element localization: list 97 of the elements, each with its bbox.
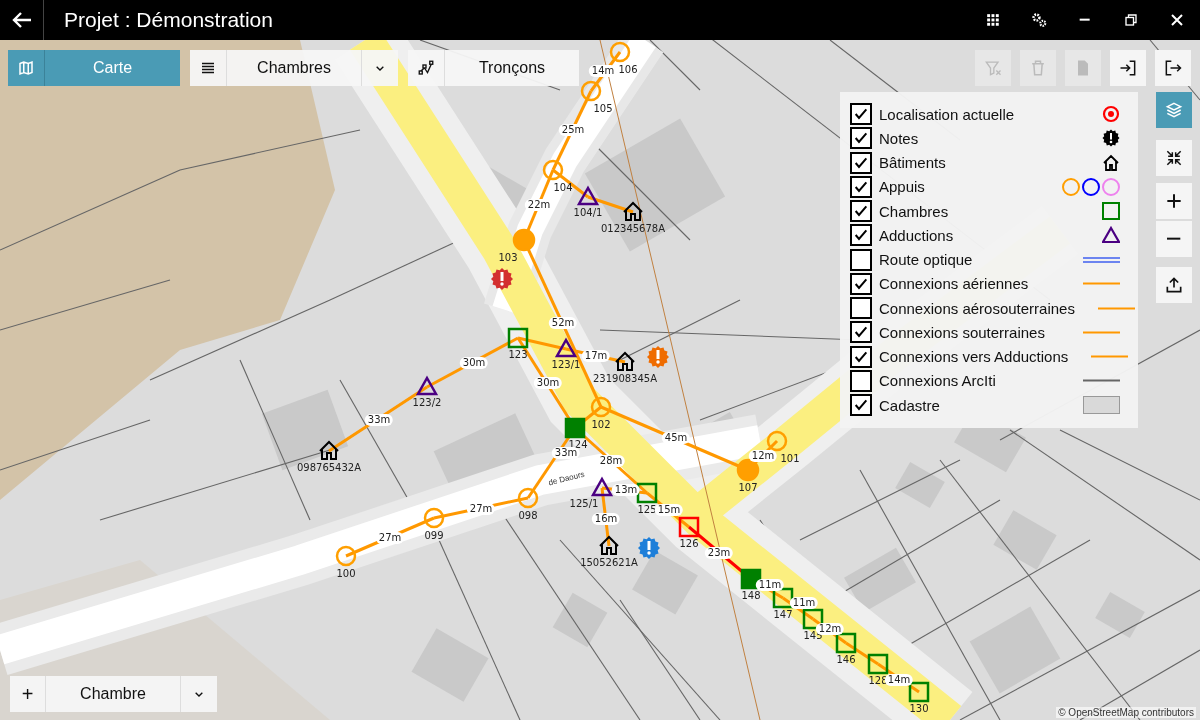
legend-label: Connexions aériennes xyxy=(879,275,1030,293)
legend-label: Chambres xyxy=(879,202,950,220)
house-icon xyxy=(599,535,619,555)
house-icon xyxy=(615,351,635,371)
legend-label: Bâtiments xyxy=(879,154,947,172)
legend-label: Connexions aérosouterraines xyxy=(879,299,1075,317)
house-icon xyxy=(1102,153,1120,172)
legend-label: Connexions vers Adductions xyxy=(879,348,1069,366)
street-name: de Daours xyxy=(547,469,586,488)
layers-icon xyxy=(1164,100,1184,120)
legend-label: Notes xyxy=(879,129,920,147)
sign-in-button[interactable] xyxy=(1110,50,1146,86)
sign-out-button[interactable] xyxy=(1155,50,1191,86)
node-label: 099 xyxy=(424,530,444,542)
gears-icon xyxy=(1029,10,1049,30)
layers-button[interactable] xyxy=(1156,92,1192,128)
upload-button[interactable] xyxy=(1156,267,1192,303)
node-label: 123 xyxy=(508,349,528,361)
line-icon xyxy=(1083,282,1120,286)
triangle-marker xyxy=(576,185,600,206)
checkbox[interactable] xyxy=(850,272,872,295)
checkbox[interactable] xyxy=(850,127,872,150)
node-label: 104 xyxy=(553,182,573,194)
map-icon xyxy=(17,59,35,77)
circles-icon xyxy=(1062,176,1120,197)
legend-label: Localisation actuelle xyxy=(879,105,1016,123)
checkbox[interactable] xyxy=(850,175,872,198)
house-icon xyxy=(319,440,339,460)
node-label: 107 xyxy=(738,482,758,494)
triangle-marker xyxy=(415,375,439,396)
node-label: 106 xyxy=(618,64,638,76)
checkbox[interactable] xyxy=(850,200,872,223)
window-title: Projet : Démonstration xyxy=(64,8,274,32)
collapse-button[interactable] xyxy=(1156,140,1192,176)
length-label: 15m xyxy=(654,504,684,516)
checkbox[interactable] xyxy=(850,103,872,126)
checkbox[interactable] xyxy=(850,224,872,247)
sign-out-icon xyxy=(1163,58,1183,78)
node-label: 104/1 xyxy=(573,207,603,219)
node-label: 148 xyxy=(741,590,761,602)
house-icon xyxy=(623,201,643,221)
collapse-icon xyxy=(1164,148,1184,168)
line-icon xyxy=(1097,306,1135,310)
checkbox[interactable] xyxy=(850,297,872,320)
legend-label: Adductions xyxy=(879,226,955,244)
building-label: 098765432A xyxy=(296,462,362,474)
checkbox[interactable] xyxy=(850,345,872,368)
checkbox[interactable] xyxy=(850,394,872,417)
triangle-marker xyxy=(590,476,614,497)
area-swatch-icon xyxy=(1083,396,1120,415)
plus-icon xyxy=(1164,191,1184,211)
node-label: 102 xyxy=(591,419,611,431)
checkbox[interactable] xyxy=(850,248,872,271)
node-label: 130 xyxy=(909,703,929,715)
upload-icon xyxy=(1164,275,1184,295)
building-label: 012345678A xyxy=(600,223,666,235)
node-label: 098 xyxy=(518,510,538,522)
legend-label: Connexions souterraines xyxy=(879,323,1046,341)
node-label: 103 xyxy=(498,252,518,264)
minimize-icon xyxy=(1078,18,1092,22)
building-label: 15052621A xyxy=(580,557,638,569)
plus-button[interactable] xyxy=(1156,183,1192,219)
legend-label: Cadastre xyxy=(879,396,941,414)
node-label: 105 xyxy=(593,103,613,115)
line-icon xyxy=(1091,355,1129,359)
checkbox[interactable] xyxy=(850,321,872,344)
checkbox[interactable] xyxy=(850,151,872,174)
node-label: 100 xyxy=(336,568,356,580)
line-icon xyxy=(1083,379,1120,383)
triangle-marker xyxy=(554,337,578,358)
alert-badge-icon xyxy=(1102,129,1120,148)
sign-in-icon xyxy=(1118,58,1138,78)
attribution-text: © OpenStreetMap contributors xyxy=(1056,707,1196,718)
node-label: 147 xyxy=(773,609,793,621)
node-label: 146 xyxy=(836,654,856,666)
legend-label: Connexions ArcIti xyxy=(879,372,997,390)
line-icon xyxy=(1083,330,1120,334)
node-label: 123/2 xyxy=(412,397,442,409)
square-icon xyxy=(1102,202,1120,221)
node-label: 125/1 xyxy=(569,498,599,510)
checkbox[interactable] xyxy=(850,369,872,392)
double-line-icon xyxy=(1083,256,1120,263)
polyline-icon xyxy=(417,59,435,77)
node-label: 125 xyxy=(637,504,657,516)
node-label: 123/1 xyxy=(551,359,581,371)
sections-button[interactable]: Tronçons xyxy=(408,50,579,86)
layer-dropdown[interactable]: Chambres xyxy=(190,50,398,86)
legend-label: Route optique xyxy=(879,251,974,269)
add-button[interactable]: + xyxy=(10,676,46,712)
triangle-icon xyxy=(1102,226,1120,245)
type-dropdown[interactable]: Chambre xyxy=(46,676,217,712)
target-icon xyxy=(1102,105,1120,124)
node-label: 101 xyxy=(780,453,800,465)
building-label: 231908345A xyxy=(592,373,658,385)
minus-icon xyxy=(1167,237,1181,241)
legend-label: Appuis xyxy=(879,178,926,196)
node-label: 126 xyxy=(679,538,699,550)
